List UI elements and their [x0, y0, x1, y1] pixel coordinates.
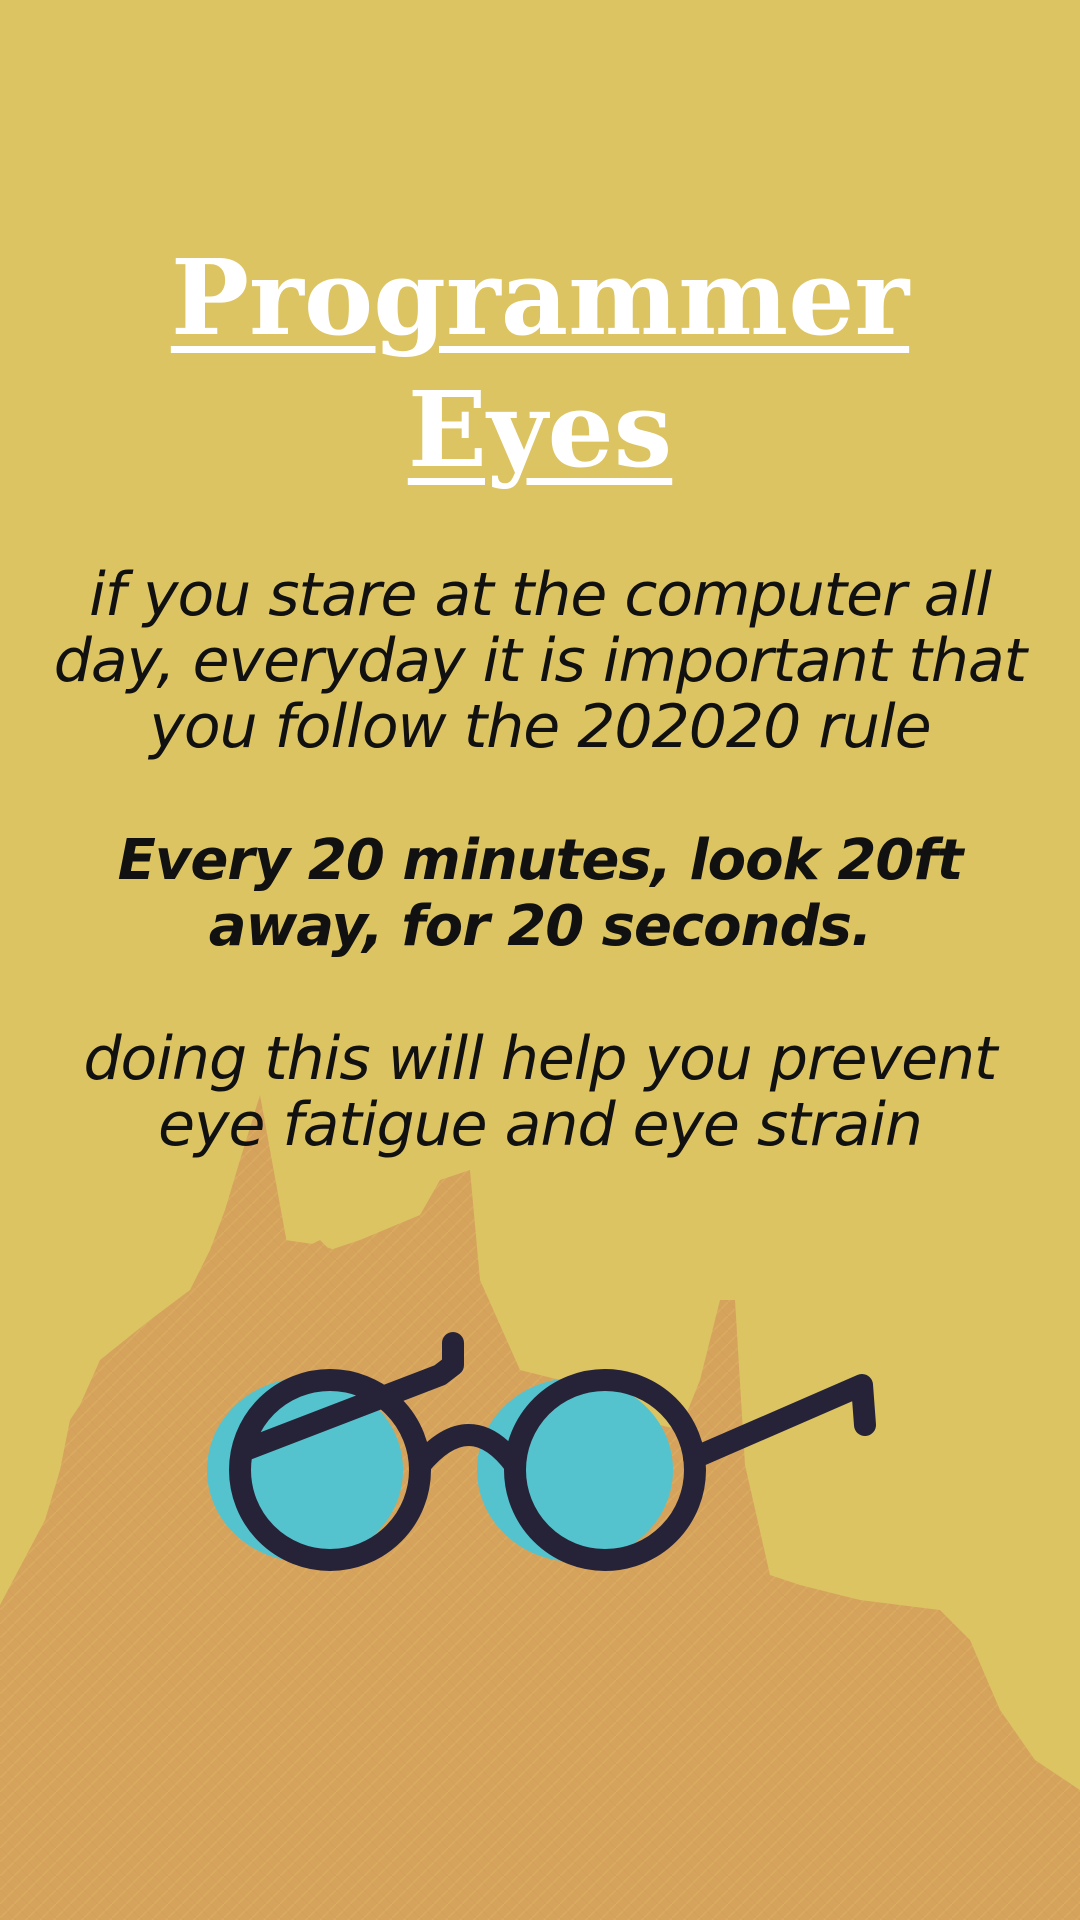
intro-text: if you stare at the computer all day, ev…	[53, 560, 1027, 762]
title-line-1: Programmer	[170, 236, 910, 359]
rule-text: Every 20 minutes, look 20ft away, for 20…	[117, 828, 964, 959]
outro-text: doing this will help you prevent eye fat…	[83, 1024, 997, 1160]
poster: Programmer Eyes if you stare at the comp…	[0, 0, 1080, 1920]
title-line-2: Eyes	[407, 368, 673, 491]
